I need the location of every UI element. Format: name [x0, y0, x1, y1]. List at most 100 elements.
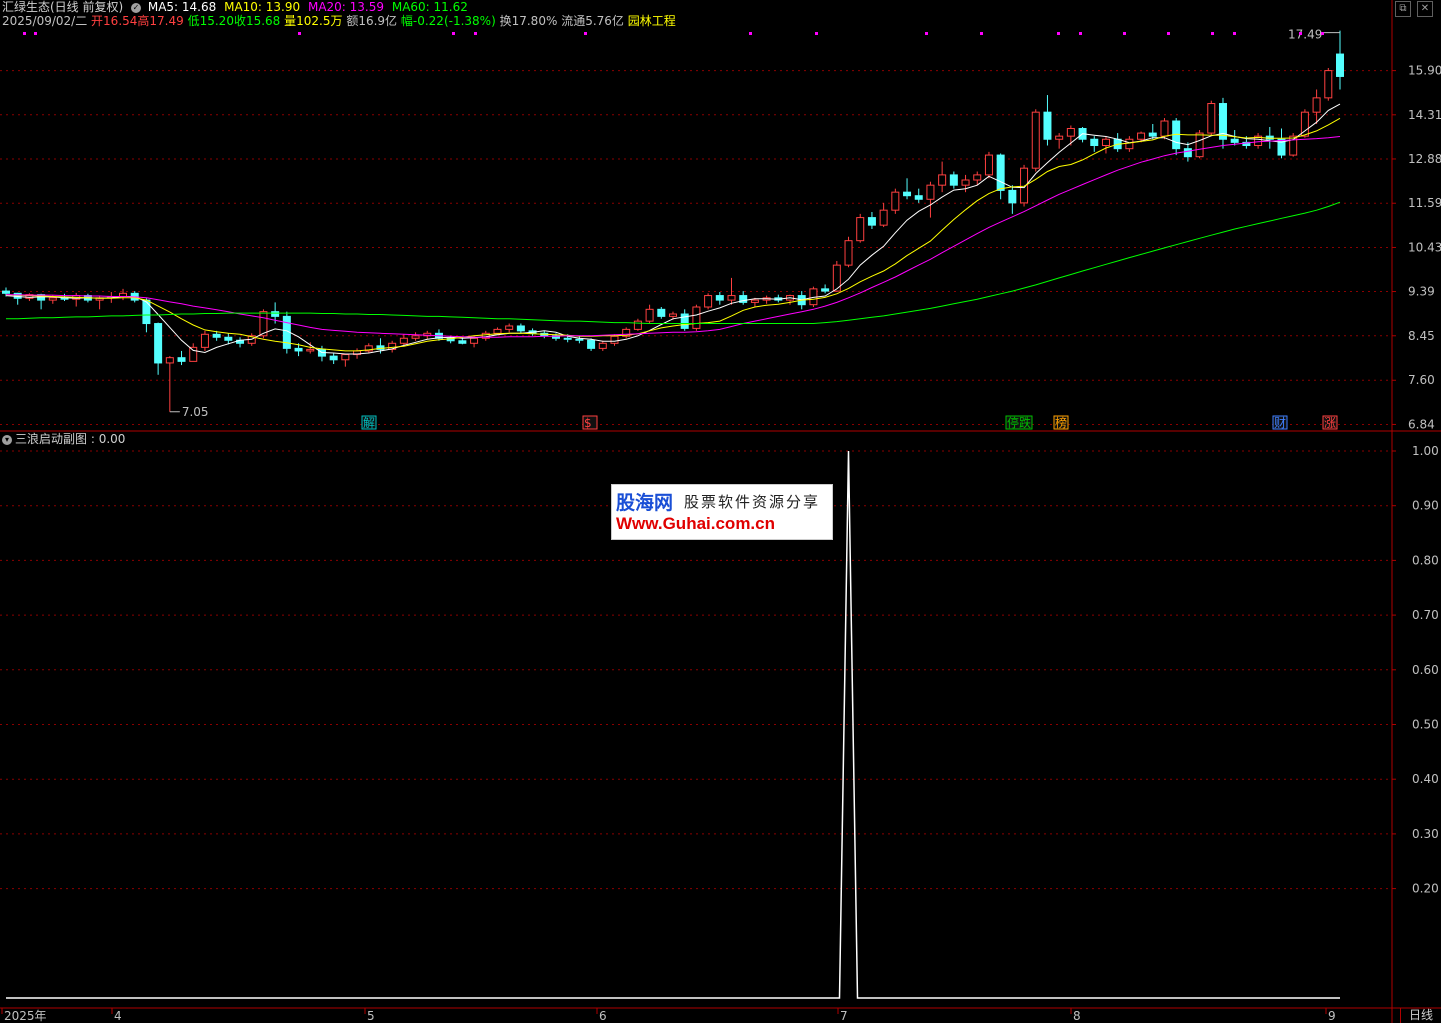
time-tick-label: 5 [367, 1009, 375, 1023]
price-tick-label: 7.60 [1408, 373, 1435, 387]
candle-body [926, 184, 935, 200]
watermark-title: 股海网 [616, 493, 674, 514]
candle-body [645, 308, 654, 322]
quote-close: 收15.68 [233, 14, 281, 28]
time-tick-label: 7 [840, 1009, 848, 1023]
signal-dot [1123, 32, 1126, 35]
candle-body [633, 320, 642, 330]
candle-body [165, 357, 174, 364]
signal-dot [749, 32, 752, 35]
quote-change: 幅-0.22(-1.38%) [400, 14, 496, 28]
quote-low: 低15.20 [187, 14, 234, 28]
candle-body [1020, 167, 1029, 204]
quote-sector[interactable]: 园林工程 [628, 14, 676, 28]
candle-body [1195, 132, 1204, 158]
period-tab[interactable]: 日线 [1400, 1008, 1441, 1023]
candle-body [271, 311, 280, 317]
sub-tick-label: 0.60 [1412, 663, 1439, 677]
event-marker-label[interactable]: 涨 [1324, 415, 1336, 430]
candle-body [715, 295, 724, 301]
candle-body [1312, 97, 1321, 113]
price-tick-label: 9.39 [1408, 285, 1435, 299]
candle-body [891, 191, 900, 211]
time-tick-label: 9 [1328, 1009, 1336, 1023]
candle-body [1207, 103, 1216, 134]
event-marker-label[interactable]: $ [584, 416, 592, 430]
sub-chart-info-row: ▾ 三浪启动副图 : 0.00 [2, 432, 125, 446]
sub-tick-label: 0.50 [1412, 718, 1439, 732]
candle-body [1008, 189, 1017, 204]
price-tick-label: 6.84 [1408, 417, 1435, 431]
candle-body [996, 154, 1005, 191]
watermark-url: Www.Guhai.com.cn [616, 514, 775, 533]
candle-body [1101, 138, 1110, 147]
signal-dot [34, 32, 37, 35]
sub-tick-label: 0.30 [1412, 827, 1439, 841]
candle-body [306, 348, 315, 352]
candle-body [200, 333, 209, 348]
candle-body [493, 328, 502, 334]
signal-dot [1057, 32, 1060, 35]
candle-body [949, 174, 958, 186]
candle-body [575, 338, 584, 341]
low-price-label: 7.05 [182, 405, 209, 419]
price-tick-label: 15.90 [1408, 64, 1441, 78]
signal-dot [584, 32, 587, 35]
candle-body [563, 337, 572, 340]
event-marker-label[interactable]: 停跌 [1007, 415, 1031, 430]
ma60-line [6, 201, 1341, 324]
event-marker-label[interactable]: 财 [1274, 416, 1286, 430]
quote-info-row: 2025/09/02/二 开16.54高17.49 低15.20收15.68 量… [2, 14, 676, 28]
candle-body [750, 299, 759, 303]
candle-body [727, 295, 736, 301]
candle-body [867, 217, 876, 226]
candle-body [692, 306, 701, 329]
signal-dot [474, 32, 477, 35]
candle-body [1031, 111, 1040, 169]
sub-tick-label: 0.80 [1412, 553, 1439, 567]
candle-body [458, 340, 467, 344]
candle-body [879, 209, 888, 226]
candle-body [1125, 138, 1134, 150]
sub-chart-value: : 0.00 [90, 432, 126, 446]
candle-body [154, 323, 163, 364]
candle-body [961, 179, 970, 186]
sub-chart-title[interactable]: 三浪启动副图 [15, 432, 87, 446]
candle-body [1055, 135, 1064, 140]
ma10-label: MA10: 13.90 [224, 0, 301, 14]
candle-body [973, 174, 982, 181]
indicator-toggle-icon[interactable]: ✓ [131, 2, 142, 13]
signal-dot [1321, 32, 1324, 35]
candle-body [189, 346, 198, 362]
window-controls: ⧉ ✕ [1389, 0, 1433, 17]
sub-chart-toggle-icon[interactable]: ▾ [2, 434, 12, 445]
event-marker-label[interactable]: 榜 [1055, 415, 1067, 430]
candle-body [1336, 53, 1344, 77]
quote-open: 开16.54 [91, 14, 138, 28]
candle-body [1183, 148, 1192, 158]
candle-body [1066, 128, 1075, 137]
watermark-slogan: 股票软件资源分享 [684, 493, 821, 511]
main-chart-info-row: 汇绿生态(日线 前复权) ✓ MA5: 14.68 MA10: 13.90 MA… [2, 0, 472, 14]
candle-body [914, 195, 923, 200]
stock-name[interactable]: 汇绿生态(日线 前复权) [2, 0, 123, 14]
signal-dot [298, 32, 301, 35]
candle-body [844, 240, 853, 266]
candle-body [610, 335, 619, 344]
quote-float-cap: 流通5.76亿 [561, 14, 624, 28]
sub-tick-label: 0.70 [1412, 608, 1439, 622]
candle-body [399, 337, 408, 344]
time-tick-label: 8 [1073, 1009, 1081, 1023]
close-icon[interactable]: ✕ [1417, 1, 1433, 17]
signal-dot [815, 32, 818, 35]
event-marker-label[interactable]: 解 [363, 416, 375, 430]
candle-body [1043, 111, 1052, 140]
ma20-label: MA20: 13.59 [307, 0, 385, 14]
candle-body [505, 325, 514, 330]
signal-dot [452, 32, 455, 35]
restore-icon[interactable]: ⧉ [1395, 1, 1411, 17]
candle-body [1324, 70, 1333, 99]
quote-turnover: 换17.80% [499, 14, 558, 28]
time-tick-label: 4 [114, 1009, 122, 1023]
price-tick-label: 14.31 [1408, 108, 1441, 122]
